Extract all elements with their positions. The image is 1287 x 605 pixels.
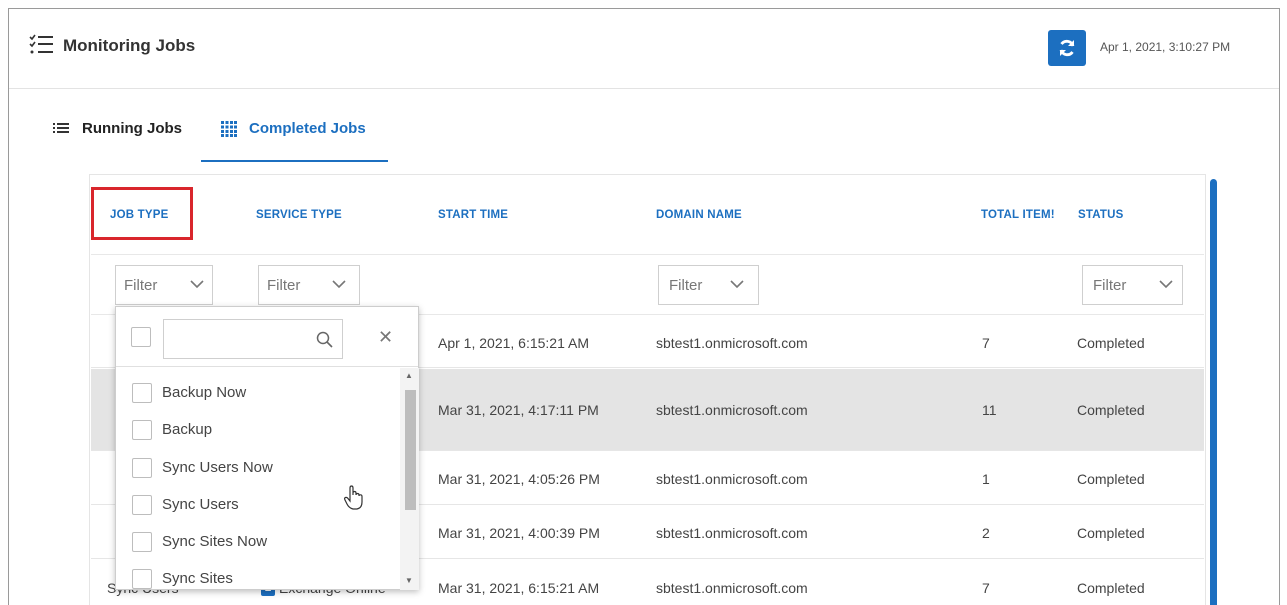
grid-icon — [221, 121, 237, 141]
search-icon[interactable] — [316, 331, 334, 349]
table-scrollbar[interactable] — [1210, 179, 1217, 605]
dropdown-scrollbar[interactable]: ▲ ▼ — [400, 368, 419, 590]
dropdown-search — [163, 319, 343, 359]
status-filter[interactable]: Filter — [1082, 265, 1183, 305]
dropdown-scroll-thumb[interactable] — [405, 390, 416, 510]
hand-cursor-icon — [343, 485, 365, 516]
close-icon[interactable]: ✕ — [378, 327, 393, 348]
dropdown-option[interactable]: Backup — [116, 412, 398, 449]
column-header-status[interactable]: STATUS — [1078, 209, 1124, 221]
chevron-down-icon — [332, 280, 346, 289]
page-title: Monitoring Jobs — [63, 36, 196, 55]
option-checkbox[interactable] — [132, 569, 152, 589]
monitoring-jobs-window: Monitoring Jobs Apr 1, 2021, 3:10:27 PM … — [8, 8, 1280, 605]
dropdown-option[interactable]: Sync Sites — [116, 561, 398, 598]
top-bar: Monitoring Jobs Apr 1, 2021, 3:10:27 PM — [9, 9, 1279, 89]
chevron-down-icon — [730, 280, 744, 289]
service-type-filter[interactable]: Filter — [258, 265, 360, 305]
dropdown-search-input[interactable] — [168, 324, 308, 354]
refresh-button[interactable] — [1048, 30, 1086, 66]
checklist-icon — [29, 33, 53, 55]
scroll-up-icon[interactable]: ▲ — [405, 371, 413, 380]
last-refresh-timestamp: Apr 1, 2021, 3:10:27 PM — [1100, 40, 1231, 54]
select-all-checkbox[interactable] — [131, 327, 151, 347]
job-type-filter[interactable]: Filter — [115, 265, 213, 305]
tab-completed-jobs[interactable]: Completed Jobs — [201, 117, 388, 162]
header-divider — [91, 254, 1204, 255]
tab-running-jobs-label: Running Jobs — [82, 120, 182, 137]
option-checkbox[interactable] — [132, 420, 152, 440]
tab-completed-jobs-label: Completed Jobs — [249, 120, 366, 137]
dropdown-option[interactable]: Sync Users Now — [116, 450, 398, 487]
dropdown-header: ✕ — [116, 307, 418, 367]
refresh-icon — [1059, 39, 1075, 57]
column-header-service-type[interactable]: SERVICE TYPE — [256, 209, 342, 221]
scroll-down-icon[interactable]: ▼ — [405, 576, 413, 585]
domain-name-filter[interactable]: Filter — [658, 265, 759, 305]
list-icon — [53, 121, 69, 139]
chevron-down-icon — [1159, 280, 1173, 289]
column-header-start-time[interactable]: START TIME — [438, 209, 508, 221]
column-header-domain-name[interactable]: DOMAIN NAME — [656, 209, 742, 221]
chevron-down-icon — [190, 280, 204, 289]
job-type-filter-dropdown: ✕ Backup Now Backup Sync Users Now Sync … — [115, 306, 419, 590]
column-header-total-items[interactable]: TOTAL ITEM! — [981, 209, 1055, 221]
dropdown-option[interactable]: Sync Sites Now — [116, 524, 398, 561]
dropdown-option[interactable]: Backup Now — [116, 375, 398, 412]
option-checkbox[interactable] — [132, 383, 152, 403]
option-checkbox[interactable] — [132, 532, 152, 552]
option-checkbox[interactable] — [132, 495, 152, 515]
option-checkbox[interactable] — [132, 458, 152, 478]
job-type-highlight — [91, 187, 193, 240]
